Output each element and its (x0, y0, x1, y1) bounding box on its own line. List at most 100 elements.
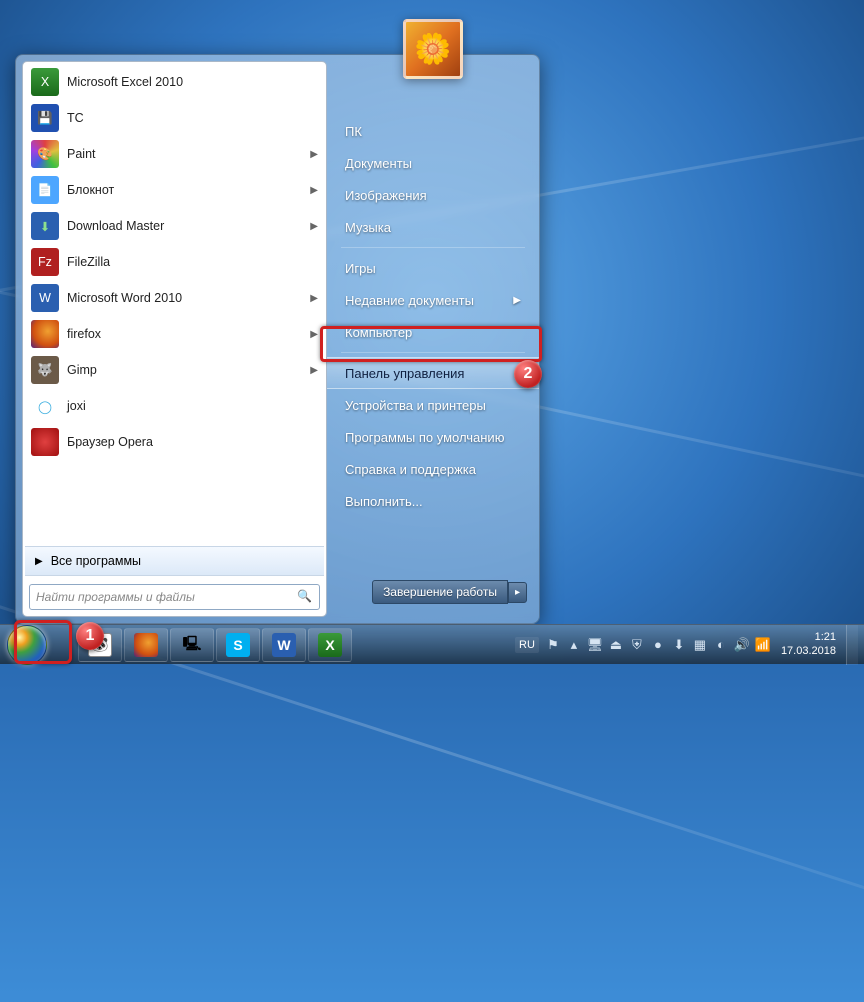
clock[interactable]: 1:21 17.03.2018 (777, 631, 840, 657)
right-pane-item[interactable]: Панель управления (327, 357, 539, 389)
search-input[interactable]: Найти программы и файлы 🔍 (29, 584, 320, 610)
search-placeholder-text: Найти программы и файлы (36, 590, 195, 604)
update-icon[interactable]: ◐ (713, 637, 729, 653)
program-item-notepad[interactable]: 📄 Блокнот ▶ (23, 172, 326, 208)
show-desktop-button[interactable] (846, 625, 858, 665)
program-item-filezilla[interactable]: FzFileZilla (23, 244, 326, 280)
notepad-icon: 📄 (31, 176, 59, 204)
taskbar-item[interactable] (124, 628, 168, 662)
program-item-word[interactable]: W Microsoft Word 2010 ▶ (23, 280, 326, 316)
right-pane-item[interactable]: Выполнить... (327, 485, 539, 517)
shutdown-group: Завершение работы ▸ (372, 579, 527, 605)
monitor-icon[interactable]: 🖥 (587, 637, 603, 653)
program-item-firefox[interactable]: firefox▶ (23, 316, 326, 352)
right-pane-item-label: ПК (345, 124, 362, 139)
program-item-paint[interactable]: 🎨 Paint ▶ (23, 136, 326, 172)
submenu-arrow-icon: ▶ (310, 149, 318, 160)
annotation-highlight-start-button (14, 620, 72, 664)
menu-separator (341, 247, 525, 248)
right-pane-item[interactable]: Компьютер (327, 316, 539, 348)
av-icon[interactable]: ● (650, 637, 666, 653)
joxi-icon: ◯ (31, 392, 59, 420)
program-label: Paint (67, 147, 96, 161)
right-pane-item[interactable]: Программы по умолчанию (327, 421, 539, 453)
clock-time: 1:21 (781, 631, 836, 644)
right-pane-item[interactable]: Устройства и принтеры (327, 389, 539, 421)
program-label: Блокнот (67, 183, 114, 197)
network-icon[interactable]: 📶 (755, 637, 771, 653)
right-pane-item-label: Музыка (345, 220, 391, 235)
taskbar-item[interactable]: W (262, 628, 306, 662)
paint-icon: 🎨 (31, 140, 59, 168)
submenu-arrow-icon: ▶ (513, 295, 521, 306)
submenu-arrow-icon: ▶ (310, 293, 318, 304)
right-pane-item-label: Справка и поддержка (345, 462, 476, 477)
program-item-download-master[interactable]: ⬇ Download Master ▶ (23, 208, 326, 244)
program-item-total-commander[interactable]: 💾 TC (23, 100, 326, 136)
right-pane-item[interactable]: Документы (327, 147, 539, 179)
shield-icon[interactable]: ⛨ (629, 637, 645, 653)
flag-icon[interactable]: ⚑ (545, 637, 561, 653)
dm-icon[interactable]: ⬇ (671, 637, 687, 653)
taskbar-item[interactable]: S (216, 628, 260, 662)
arrow-right-icon: ▶ (35, 556, 43, 567)
right-pane-item[interactable]: ПК (327, 115, 539, 147)
image-icon[interactable]: ▦ (692, 637, 708, 653)
language-indicator[interactable]: RU (515, 637, 539, 653)
program-label: Microsoft Word 2010 (67, 291, 182, 305)
annotation-marker-1: 1 (76, 622, 104, 650)
all-programs-button[interactable]: ▶ Все программы (25, 546, 324, 576)
word-icon: W (272, 633, 296, 657)
program-item-opera[interactable]: Браузер Opera (23, 424, 326, 460)
up-icon[interactable]: ▴ (566, 637, 582, 653)
excel-icon: X (318, 633, 342, 657)
clock-date: 17.03.2018 (781, 645, 836, 658)
all-programs-label: Все программы (51, 554, 141, 568)
right-pane-item-label: Панель управления (345, 366, 464, 381)
program-label: Браузер Opera (67, 435, 153, 449)
right-pane-item[interactable]: Изображения (327, 179, 539, 211)
terminal-icon: 🖳 (180, 633, 204, 657)
search-icon: 🔍 (297, 589, 313, 605)
start-menu-left-pane: XMicrosoft Excel 2010 💾 TC 🎨 Paint ▶ 📄 Блокнот ▶… (22, 61, 327, 617)
program-label: TC (67, 111, 84, 125)
skype-icon: S (226, 633, 250, 657)
program-item-excel[interactable]: XMicrosoft Excel 2010 (23, 64, 326, 100)
right-pane-item-label: Выполнить... (345, 494, 423, 509)
eject-icon[interactable]: ⏏ (608, 637, 624, 653)
right-pane-item-label: Устройства и принтеры (345, 398, 486, 413)
right-pane-item-label: Изображения (345, 188, 427, 203)
firefox-icon (31, 320, 59, 348)
gimp-icon: 🐺 (31, 356, 59, 384)
shutdown-options-button[interactable]: ▸ (508, 582, 527, 603)
volume-icon[interactable]: 🔊 (734, 637, 750, 653)
firefox-icon (134, 633, 158, 657)
start-menu-right-pane: 🌼 ПКДокументыИзображенияМузыкаИгрыНедавн… (327, 55, 539, 623)
program-item-gimp[interactable]: 🐺Gimp▶ (23, 352, 326, 388)
right-pane-item[interactable]: Музыка (327, 211, 539, 243)
opera-icon (31, 428, 59, 456)
submenu-arrow-icon: ▶ (310, 221, 318, 232)
taskbar-item[interactable]: 🖳 (170, 628, 214, 662)
program-item-joxi[interactable]: ◯joxi (23, 388, 326, 424)
submenu-arrow-icon: ▶ (310, 185, 318, 196)
right-pane-item-label: Документы (345, 156, 412, 171)
right-pane-item[interactable]: Игры (327, 252, 539, 284)
download-master-icon: ⬇ (31, 212, 59, 240)
word-icon: W (31, 284, 59, 312)
excel-icon: X (31, 68, 59, 96)
total-commander-icon: 💾 (31, 104, 59, 132)
right-pane-item[interactable]: Справка и поддержка (327, 453, 539, 485)
taskbar-item[interactable]: X (308, 628, 352, 662)
shutdown-button[interactable]: Завершение работы (372, 580, 508, 604)
user-picture[interactable]: 🌼 (403, 19, 463, 79)
submenu-arrow-icon: ▶ (310, 365, 318, 376)
right-pane-item[interactable]: Недавние документы ▶ (327, 284, 539, 316)
recent-programs-list: XMicrosoft Excel 2010 💾 TC 🎨 Paint ▶ 📄 Блокнот ▶… (23, 62, 326, 544)
system-tray: RU ⚑ ▴ 🖥 ⏏ ⛨ ● ⬇ ▦ ◐ 🔊 📶 1:21 17.03.2018 (515, 625, 858, 664)
annotation-marker-2: 2 (514, 360, 542, 388)
program-label: Download Master (67, 219, 164, 233)
right-pane-item-label: Недавние документы (345, 293, 474, 308)
shutdown-label: Завершение работы (383, 585, 497, 599)
right-pane-item-label: Игры (345, 261, 376, 276)
